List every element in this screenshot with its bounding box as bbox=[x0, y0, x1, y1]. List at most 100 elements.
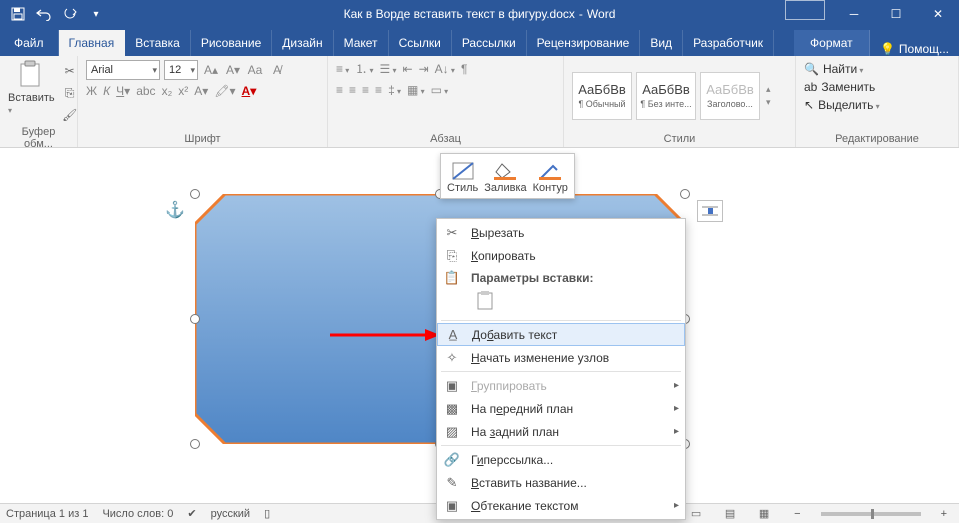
zoom-out-button[interactable]: − bbox=[788, 508, 806, 520]
show-marks-icon[interactable]: ¶ bbox=[461, 62, 467, 76]
cm-add-text[interactable]: A̲ Добавить текст bbox=[437, 323, 685, 346]
line-spacing-icon[interactable]: ‡ bbox=[388, 83, 401, 97]
tab-references[interactable]: Ссылки bbox=[389, 30, 452, 56]
handle-ne[interactable] bbox=[680, 189, 690, 199]
find-button[interactable]: 🔍Найти bbox=[804, 60, 950, 78]
text-effects-icon[interactable]: A▾ bbox=[194, 84, 208, 98]
font-name-combo[interactable]: Arial bbox=[86, 60, 160, 80]
status-page[interactable]: Страница 1 из 1 bbox=[6, 508, 88, 520]
multilevel-icon[interactable]: ☰ bbox=[380, 62, 397, 76]
minimize-icon[interactable]: ─ bbox=[833, 0, 875, 28]
format-painter-icon[interactable]: 🖌 bbox=[61, 106, 79, 124]
tab-home[interactable]: Главная bbox=[59, 30, 126, 56]
styles-more-icon[interactable]: ▴▾ bbox=[766, 84, 771, 108]
superscript-icon[interactable]: x² bbox=[178, 84, 188, 98]
ribbon-display-icon[interactable] bbox=[785, 0, 825, 20]
close-icon[interactable]: ✕ bbox=[917, 0, 959, 28]
mini-style-button[interactable]: Стиль bbox=[447, 158, 478, 194]
italic-icon[interactable]: К bbox=[103, 84, 110, 98]
zoom-in-button[interactable]: + bbox=[935, 508, 953, 520]
view-read-icon[interactable]: ▭ bbox=[686, 507, 706, 520]
edit-points-icon: ✧ bbox=[441, 350, 463, 366]
highlight-icon[interactable]: 🖍▾ bbox=[214, 84, 235, 98]
shrink-font-icon[interactable]: A▾ bbox=[224, 61, 242, 79]
mini-fill-button[interactable]: Заливка bbox=[484, 158, 526, 194]
qat-customize-icon[interactable]: ▾ bbox=[84, 2, 108, 26]
tab-insert[interactable]: Вставка bbox=[125, 30, 191, 56]
styles-gallery[interactable]: АаБбВв¶ Обычный АаБбВв¶ Без инте... АаБб… bbox=[572, 72, 760, 120]
cut-icon[interactable]: ✂ bbox=[61, 62, 79, 80]
tab-format[interactable]: Формат bbox=[794, 30, 870, 56]
view-print-icon[interactable]: ▤ bbox=[720, 507, 740, 520]
style-no-spacing[interactable]: АаБбВв¶ Без инте... bbox=[636, 72, 696, 120]
macro-icon[interactable]: ▯ bbox=[264, 507, 270, 520]
cm-bring-front[interactable]: ▩ На передний план bbox=[437, 397, 685, 420]
status-words[interactable]: Число слов: 0 bbox=[102, 508, 173, 520]
cm-send-back[interactable]: ▨ На задний план bbox=[437, 420, 685, 443]
underline-icon[interactable]: Ч▾ bbox=[116, 84, 130, 98]
zoom-slider[interactable] bbox=[821, 512, 921, 516]
bullets-icon[interactable]: ≡ bbox=[336, 62, 349, 76]
tell-me-search[interactable]: 💡 Помощ... bbox=[870, 42, 959, 56]
ribbon: Вставить ✂ ⎘ 🖌 Буфер обм... Arial 12 A▴ … bbox=[0, 56, 959, 148]
clear-format-icon[interactable]: A̸ bbox=[268, 61, 286, 79]
subscript-icon[interactable]: x₂ bbox=[162, 84, 173, 98]
cm-wrap-text[interactable]: ▣ Обтекание текстом bbox=[437, 494, 685, 517]
grow-font-icon[interactable]: A▴ bbox=[202, 61, 220, 79]
mini-outline-label: Контур bbox=[533, 182, 568, 194]
style-heading1[interactable]: АаБбВвЗаголово... bbox=[700, 72, 760, 120]
save-icon[interactable] bbox=[6, 2, 30, 26]
change-case-icon[interactable]: Aa bbox=[246, 61, 264, 79]
tab-file[interactable]: Файл bbox=[0, 30, 59, 56]
align-right-icon[interactable]: ≡ bbox=[362, 83, 369, 97]
align-center-icon[interactable]: ≡ bbox=[349, 83, 356, 97]
dec-indent-icon[interactable]: ⇤ bbox=[403, 62, 413, 76]
redo-icon[interactable] bbox=[58, 2, 82, 26]
tab-review[interactable]: Рецензирование bbox=[527, 30, 641, 56]
font-size-combo[interactable]: 12 bbox=[164, 60, 198, 80]
cm-copy[interactable]: ⎘ Копировать bbox=[437, 244, 685, 267]
handle-sw[interactable] bbox=[190, 439, 200, 449]
outline-icon bbox=[536, 158, 564, 180]
cm-cut[interactable]: ✂ ВВырезатьырезать bbox=[437, 221, 685, 244]
status-language[interactable]: русский bbox=[211, 508, 250, 520]
strike-icon[interactable]: abc bbox=[136, 84, 155, 98]
inc-indent-icon[interactable]: ⇥ bbox=[419, 62, 429, 76]
tab-draw[interactable]: Рисование bbox=[191, 30, 272, 56]
justify-icon[interactable]: ≡ bbox=[375, 83, 382, 97]
tab-mailings[interactable]: Рассылки bbox=[452, 30, 527, 56]
cm-hyperlink-label: Гиперссылка... bbox=[471, 453, 553, 467]
style-normal[interactable]: АаБбВв¶ Обычный bbox=[572, 72, 632, 120]
handle-nw[interactable] bbox=[190, 189, 200, 199]
mini-outline-button[interactable]: Контур bbox=[533, 158, 568, 194]
tab-view[interactable]: Вид bbox=[640, 30, 683, 56]
search-icon: 🔍 bbox=[804, 62, 819, 76]
maximize-icon[interactable]: ☐ bbox=[875, 0, 917, 28]
tab-developer[interactable]: Разработчик bbox=[683, 30, 774, 56]
handle-w[interactable] bbox=[190, 314, 200, 324]
bold-icon[interactable]: Ж bbox=[86, 84, 97, 98]
proofing-icon[interactable]: ✔ bbox=[187, 507, 196, 520]
select-button[interactable]: ↖Выделить bbox=[804, 96, 950, 114]
cm-hyperlink[interactable]: 🔗 Гиперссылка... bbox=[437, 448, 685, 471]
font-color-icon[interactable]: A▾ bbox=[242, 84, 257, 98]
borders-icon[interactable]: ▭ bbox=[431, 83, 449, 97]
shading-icon[interactable]: ▦ bbox=[407, 83, 425, 97]
align-left-icon[interactable]: ≡ bbox=[336, 83, 343, 97]
sort-icon[interactable]: A↓ bbox=[435, 62, 455, 76]
cm-bring-front-label: На передний план bbox=[471, 402, 573, 416]
tab-layout[interactable]: Макет bbox=[334, 30, 389, 56]
copy-icon[interactable]: ⎘ bbox=[61, 84, 79, 102]
paste-picture-icon[interactable] bbox=[471, 288, 499, 314]
cm-edit-points[interactable]: ✧ Начать изменение узлов bbox=[437, 346, 685, 369]
app-name: Word bbox=[587, 7, 615, 21]
paste-button[interactable]: Вставить bbox=[8, 60, 55, 116]
undo-icon[interactable] bbox=[32, 2, 56, 26]
cm-caption[interactable]: ✎ Вставить название... bbox=[437, 471, 685, 494]
scissors-icon: ✂ bbox=[441, 225, 463, 241]
replace-button[interactable]: abЗаменить bbox=[804, 78, 950, 96]
view-web-icon[interactable]: ▦ bbox=[754, 507, 774, 520]
layout-options-icon[interactable] bbox=[697, 200, 723, 222]
numbering-icon[interactable]: ⒈ bbox=[355, 60, 373, 77]
tab-design[interactable]: Дизайн bbox=[272, 30, 333, 56]
